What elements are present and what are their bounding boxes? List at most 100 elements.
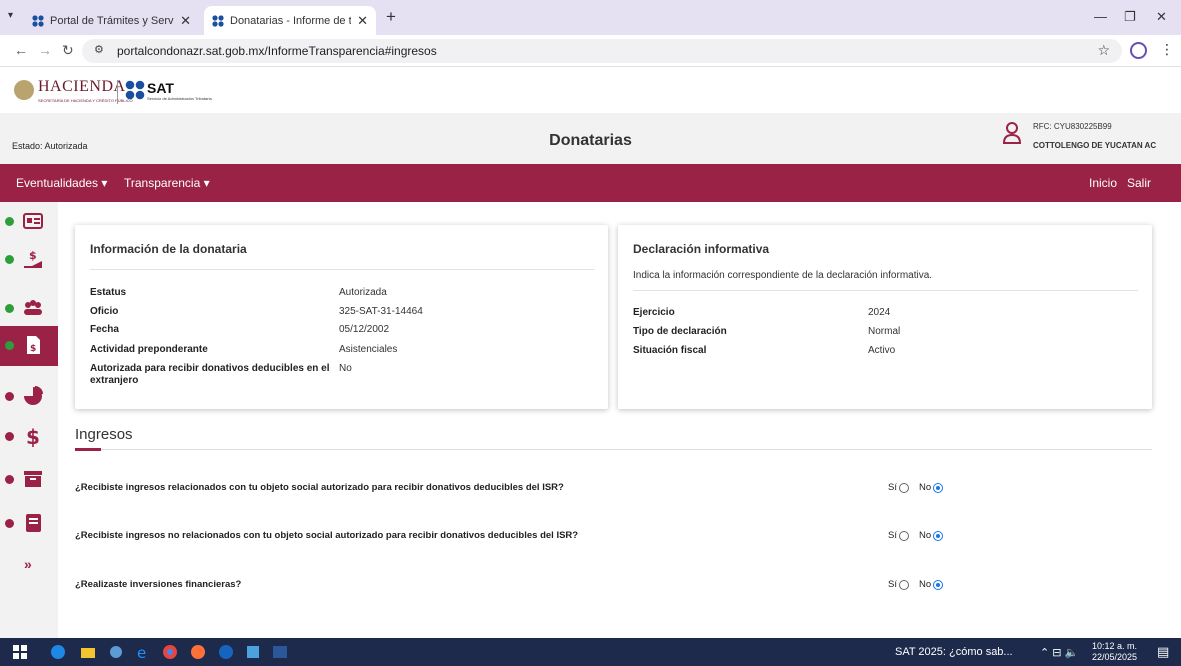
sat-logo: SAT bbox=[147, 80, 174, 96]
app-icon[interactable] bbox=[108, 644, 124, 660]
rail-item-id-card[interactable] bbox=[0, 202, 58, 242]
radio-no[interactable] bbox=[933, 579, 944, 590]
divider bbox=[75, 449, 1152, 450]
back-icon[interactable]: ← bbox=[14, 42, 28, 58]
status-dot bbox=[5, 432, 14, 441]
status-dot bbox=[5, 392, 14, 401]
browser-tab-strip: ▾ Portal de Trámites y Servicios de ✕ Do… bbox=[0, 0, 1181, 35]
svg-text:$: $ bbox=[29, 249, 37, 262]
decl-label: Situación fiscal bbox=[633, 345, 707, 356]
radio-si[interactable] bbox=[898, 482, 909, 493]
info-label: Oficio bbox=[90, 306, 119, 317]
word-icon[interactable] bbox=[272, 644, 288, 660]
info-label: Estatus bbox=[90, 287, 127, 298]
radio-si[interactable] bbox=[898, 530, 909, 541]
decl-value: 2024 bbox=[868, 307, 891, 318]
close-tab-icon[interactable]: ✕ bbox=[180, 13, 191, 29]
site-info-icon[interactable]: ⚙ bbox=[94, 43, 104, 56]
info-label: Fecha bbox=[90, 324, 119, 335]
profile-icon[interactable] bbox=[1130, 42, 1147, 59]
tab-title: Donatarias - Informe de transpa bbox=[230, 14, 352, 27]
radio-label-no: No bbox=[918, 482, 932, 493]
hacienda-logo: HACIENDA bbox=[38, 78, 126, 95]
group-icon bbox=[24, 300, 42, 315]
nav-inicio[interactable]: Inicio bbox=[1089, 176, 1117, 190]
reload-icon[interactable]: ↻ bbox=[62, 42, 74, 59]
firefox-icon[interactable] bbox=[190, 644, 206, 660]
expand-rail-icon[interactable]: » bbox=[24, 556, 32, 572]
rail-item-book[interactable] bbox=[0, 504, 58, 544]
logo-divider bbox=[117, 80, 118, 104]
tab-portal-tramites[interactable]: Portal de Trámites y Servicios de ✕ bbox=[24, 6, 199, 35]
info-label: Actividad preponderante bbox=[90, 344, 208, 355]
rail-item-group[interactable] bbox=[0, 289, 58, 329]
rail-item-dollar[interactable]: $ bbox=[0, 417, 58, 457]
hand-money-icon: $ bbox=[24, 249, 42, 268]
app-icon[interactable] bbox=[245, 644, 261, 660]
sat-logo-icon bbox=[125, 80, 145, 100]
rail-item-document-money[interactable]: $ bbox=[0, 326, 58, 366]
minimize-icon[interactable]: — bbox=[1094, 9, 1107, 24]
rail-item-archive[interactable] bbox=[0, 460, 58, 500]
radio-label-no: No bbox=[918, 530, 932, 541]
forward-icon[interactable]: → bbox=[38, 42, 52, 58]
close-window-icon[interactable]: ✕ bbox=[1156, 9, 1167, 25]
radio-no[interactable] bbox=[933, 482, 944, 493]
news-widget[interactable]: SAT 2025: ¿cómo sab... bbox=[895, 646, 1013, 658]
card-title: Información de la donataria bbox=[90, 242, 247, 256]
sat-subtitle: Servicio de Administración Tributaria bbox=[147, 96, 212, 101]
browser-menu-icon[interactable]: ⋮ bbox=[1160, 41, 1174, 58]
decl-label: Ejercicio bbox=[633, 307, 675, 318]
sat-favicon-icon bbox=[212, 14, 224, 27]
status-dot bbox=[5, 217, 14, 226]
tab-donatarias[interactable]: Donatarias - Informe de transpa ✕ bbox=[204, 6, 376, 35]
main-nav: Eventualidades ▾ Transparencia ▾ Inicio … bbox=[0, 164, 1181, 202]
clock-time: 10:12 a. m. bbox=[1092, 641, 1138, 651]
windows-start-icon[interactable] bbox=[12, 644, 28, 660]
chrome-icon[interactable] bbox=[162, 644, 178, 660]
info-value: Autorizada bbox=[339, 287, 387, 298]
nav-eventualidades[interactable]: Eventualidades ▾ bbox=[16, 176, 107, 190]
system-tray-icon[interactable]: ⌃ ⊟ 🔈 bbox=[1040, 646, 1078, 659]
divider bbox=[90, 269, 595, 270]
card-title: Declaración informativa bbox=[633, 242, 770, 256]
app-icon[interactable] bbox=[218, 644, 234, 660]
rail-item-hand-money[interactable]: $ bbox=[0, 240, 58, 280]
nav-transparencia[interactable]: Transparencia ▾ bbox=[124, 176, 210, 190]
radio-si[interactable] bbox=[898, 579, 909, 590]
heading-accent bbox=[75, 448, 101, 451]
file-explorer-icon[interactable] bbox=[80, 644, 96, 660]
status-dot bbox=[5, 304, 14, 313]
radio-group: Sí No bbox=[888, 530, 953, 541]
new-tab-button[interactable]: + bbox=[386, 7, 396, 27]
svg-text:$: $ bbox=[30, 344, 36, 354]
radio-group: Sí No bbox=[888, 482, 953, 493]
tab-search-icon[interactable]: ▾ bbox=[8, 10, 13, 21]
notifications-icon[interactable]: ▤ bbox=[1157, 644, 1169, 660]
donataria-info-card: Información de la donataria Estatus Auto… bbox=[75, 225, 608, 409]
cortana-icon[interactable] bbox=[50, 644, 66, 660]
card-subtitle: Indica la información correspondiente de… bbox=[633, 270, 933, 281]
radio-no[interactable] bbox=[933, 530, 944, 541]
decl-value: Activo bbox=[868, 345, 896, 356]
radio-group: Sí No bbox=[888, 579, 953, 590]
url-input[interactable]: ⚙ portalcondonazr.sat.gob.mx/InformeTran… bbox=[82, 39, 1122, 63]
nav-salir[interactable]: Salir bbox=[1127, 176, 1151, 190]
info-label: Autorizada para recibir donativos deduci… bbox=[90, 363, 330, 386]
rail-item-pie-chart[interactable] bbox=[0, 377, 58, 417]
status-dot bbox=[5, 255, 14, 264]
title-bar: Estado: Autorizada Donatarias RFC: CYU83… bbox=[0, 113, 1181, 164]
clock[interactable]: 10:12 a. m. 22/05/2025 bbox=[1092, 641, 1137, 663]
bookmark-star-icon[interactable]: ☆ bbox=[1097, 42, 1110, 59]
archive-icon bbox=[24, 471, 42, 487]
hacienda-seal-icon bbox=[14, 80, 34, 100]
hacienda-subtitle: SECRETARÍA DE HACIENDA Y CRÉDITO PÚBLICO bbox=[38, 98, 133, 103]
restore-icon[interactable]: ❐ bbox=[1124, 9, 1136, 25]
clock-date: 22/05/2025 bbox=[1092, 652, 1138, 662]
svg-text:e: e bbox=[137, 644, 146, 660]
question-ingresos-no-relacionados: ¿Recibiste ingresos no relacionados con … bbox=[75, 530, 579, 541]
status-dot bbox=[5, 475, 14, 484]
close-tab-icon[interactable]: ✕ bbox=[357, 13, 368, 29]
internet-explorer-icon[interactable]: e bbox=[135, 644, 151, 660]
pie-chart-icon bbox=[24, 386, 43, 405]
